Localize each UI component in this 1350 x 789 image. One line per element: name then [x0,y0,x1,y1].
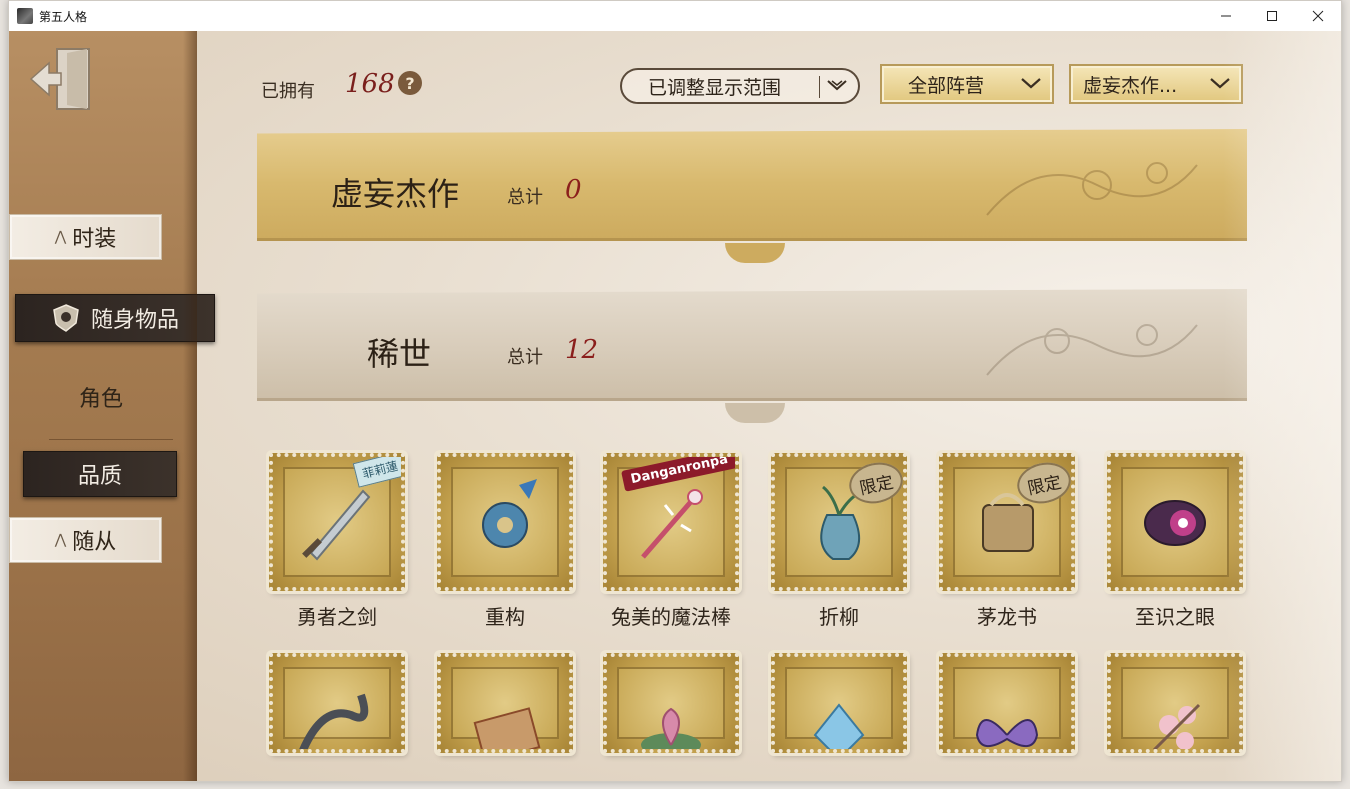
banner-tab [725,243,785,263]
caret-icon: ⋀ [54,229,67,245]
flower-icon [482,479,537,548]
item-stamp [437,453,573,591]
category-title: 虚妄杰作 [331,175,460,213]
banner-tab [725,403,785,423]
side-panel: ⋀ 时装 随身物品 角色 品质 ⋀ 随从 [9,31,215,781]
sidebar-item-label: 角色 [78,387,123,412]
item-stamp: 限定 [939,453,1075,591]
lotus-icon [641,707,701,749]
item-card[interactable] [601,653,741,753]
maximize-icon [1267,11,1277,21]
item-stamp [437,653,573,753]
sidebar-item-pet[interactable]: ⋀ 随从 [9,517,162,563]
item-card[interactable] [1105,653,1245,753]
chevron-down-icon [827,80,847,91]
quality-dropdown[interactable]: 虚妄杰作... [1069,64,1243,104]
item-stamp: 限定 [771,453,907,591]
floral-decoration [986,324,1198,376]
dragon-icon [299,693,369,749]
item-card[interactable]: 重构 [435,453,575,630]
item-stamp: 菲莉蓮 [269,453,405,591]
item-card[interactable] [267,653,407,753]
item-stamp [939,653,1075,753]
butterfly-icon [975,719,1039,747]
divider [49,439,173,440]
caret-icon: ⋀ [54,532,67,548]
display-range-dropdown[interactable]: 已调整显示范围 [620,68,860,104]
item-card[interactable] [435,653,575,753]
sidebar-item-accessories[interactable]: 随身物品 [15,294,215,342]
item-name: 折柳 [819,605,859,629]
game-window: 第五人格 ⋀ 时装 随身物品 角色 品质 ⋀ 随从 已拥有 168 ? 已调整显… [8,0,1342,782]
item-name: 兔美的魔法棒 [611,605,731,629]
exit-door-icon [29,48,90,110]
category-total-label: 总计 [507,187,543,208]
title-bar[interactable]: 第五人格 [9,1,1341,31]
item-name: 茅龙书 [977,605,1037,629]
item-card[interactable]: Danganronpa 兔美的魔法棒 [601,453,741,630]
sidebar-item-quality[interactable]: 品质 [23,451,177,497]
minimize-button[interactable] [1203,1,1249,31]
collab-badge: 菲莉蓮 [352,457,401,488]
window-title: 第五人格 [39,9,88,24]
owned-count: 168 [345,69,395,99]
dropdown-label: 全部阵营 [908,74,985,97]
item-stamp [603,653,739,753]
sidebar-item-character[interactable]: 角色 [39,375,163,419]
shield-icon [53,304,79,332]
back-button[interactable] [27,43,95,115]
app-icon [17,8,33,24]
item-name: 勇者之剑 [297,605,377,629]
item-card[interactable]: 至识之眼 [1105,453,1245,630]
item-card[interactable]: 限定 折柳 [769,453,909,630]
chevron-down-icon [1210,78,1230,89]
floral-decoration [986,162,1198,216]
help-icon[interactable]: ? [398,71,422,95]
item-name: 重构 [485,605,525,629]
item-stamp [1107,653,1243,753]
sidebar-item-label: 随身物品 [90,308,179,333]
sidebar-item-label: 时装 [72,227,117,252]
item-card[interactable] [769,653,909,753]
item-card[interactable]: 菲莉蓮 勇者之剑 [267,453,407,630]
sidebar-item-costume[interactable]: ⋀ 时装 [9,214,162,260]
blossom-icon [1152,703,1201,749]
owned-label: 已拥有 [261,81,315,102]
crystal-icon [813,703,865,749]
close-icon [1312,10,1324,22]
maximize-button[interactable] [1249,1,1295,31]
scroll-icon [473,707,541,749]
item-stamp [269,653,405,753]
item-name: 至识之眼 [1135,605,1215,629]
dropdown-label: 虚妄杰作... [1083,74,1178,97]
item-stamp [1107,453,1243,591]
sword-icon [302,489,371,561]
dropdown-separator [819,76,820,98]
chevron-down-icon [1021,78,1041,89]
item-stamp: Danganronpa [603,453,739,591]
minimize-icon [1221,15,1231,17]
close-button[interactable] [1295,1,1341,31]
item-card[interactable]: 限定 茅龙书 [937,453,1077,630]
category-title: 稀世 [367,335,432,373]
sidebar-item-label: 随从 [72,530,117,555]
category-total-value: 12 [565,335,599,365]
game-viewport: ⋀ 时装 随身物品 角色 品质 ⋀ 随从 已拥有 168 ? 已调整显示范围 全… [9,31,1341,781]
category-total-value: 0 [565,175,582,205]
item-stamp [771,653,907,753]
dropdown-label: 已调整显示范围 [648,76,782,99]
category-total-label: 总计 [507,347,543,368]
sidebar-item-label: 品质 [77,464,122,489]
faction-dropdown[interactable]: 全部阵营 [880,64,1054,104]
item-card[interactable] [937,653,1077,753]
eye-icon [1144,500,1206,546]
